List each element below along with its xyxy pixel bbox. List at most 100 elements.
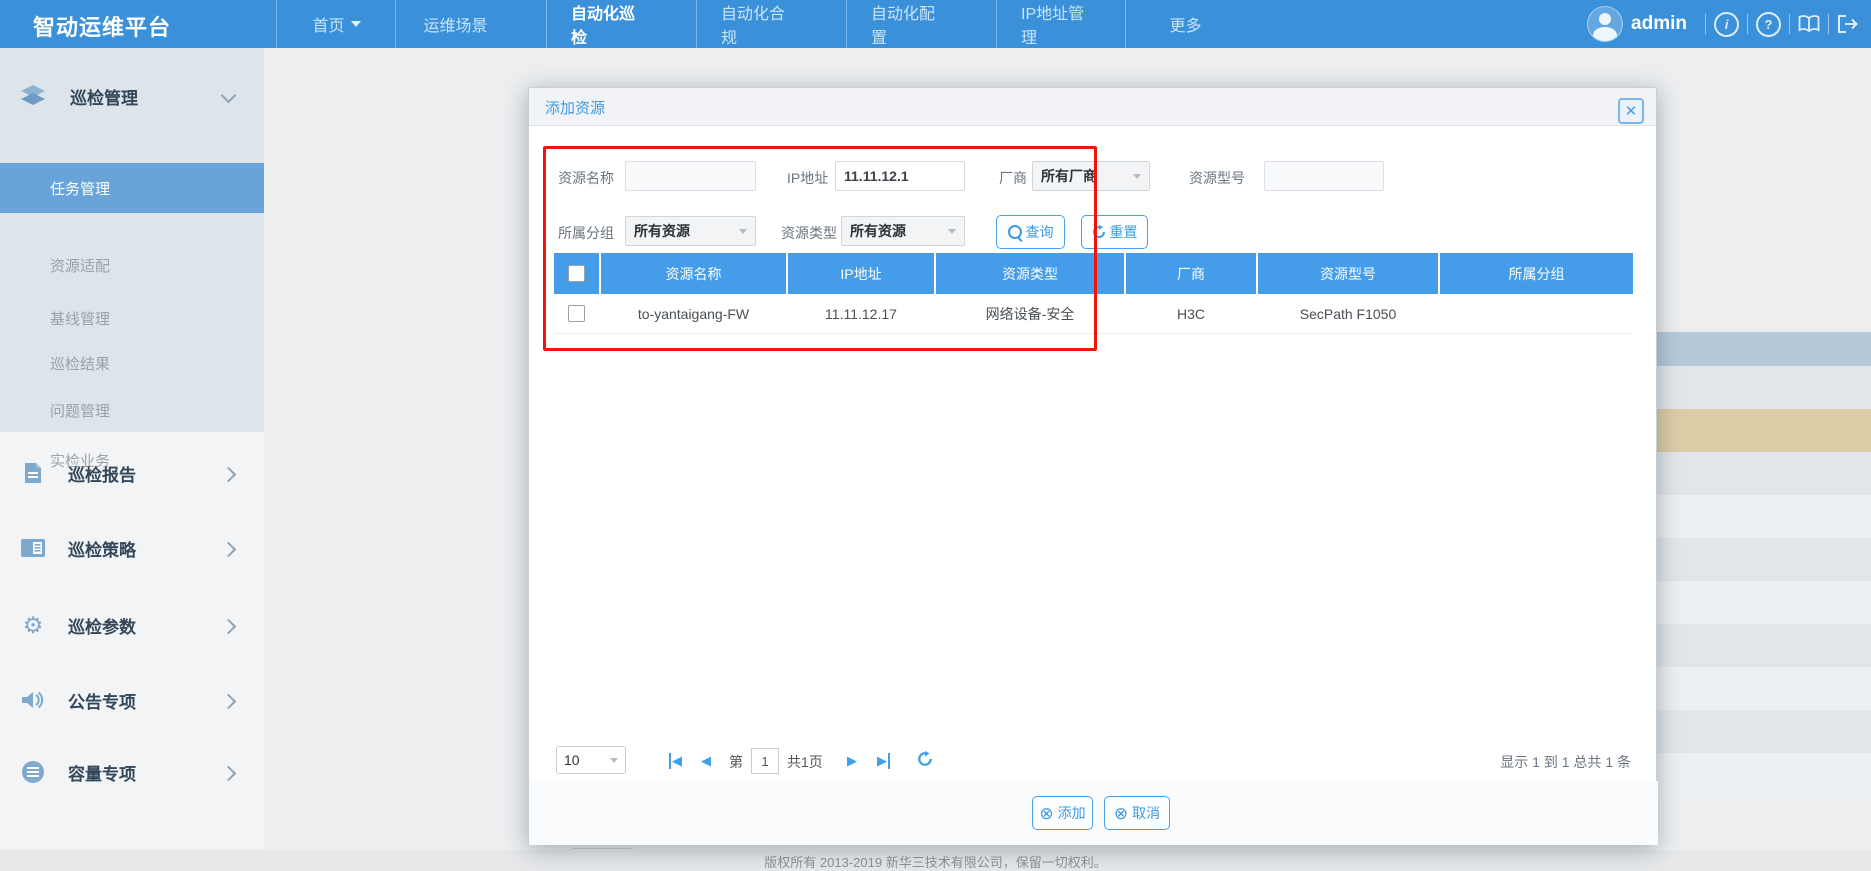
row-select-cell bbox=[554, 294, 599, 333]
group-select[interactable]: 所有资源 bbox=[625, 216, 756, 246]
circle-x-icon: ⊗ bbox=[1113, 803, 1129, 823]
chevron-right-icon bbox=[220, 618, 237, 635]
sidebar-item-基线管理[interactable]: 基线管理 bbox=[0, 293, 264, 343]
modal-col-header: 所属分组 bbox=[1440, 253, 1633, 294]
chevron-right-icon bbox=[220, 541, 237, 558]
sidebar-item-问题管理[interactable]: 问题管理 bbox=[0, 385, 264, 435]
resource-name-input[interactable] bbox=[625, 161, 756, 191]
app-brand: 智动运维平台 bbox=[33, 15, 172, 40]
nav-item-label: 自动化配置 bbox=[871, 6, 936, 47]
modal-page-size-select[interactable]: 10 bbox=[556, 746, 626, 774]
sidebar-item-label: 巡检结果 bbox=[50, 355, 111, 373]
first-page-icon[interactable]: ◀ bbox=[669, 753, 682, 769]
user-name[interactable]: admin bbox=[1631, 13, 1687, 35]
nav-item-自动化巡检[interactable]: 自动化巡检 bbox=[546, 0, 666, 48]
sidebar-item-label: 任务管理 bbox=[50, 180, 111, 198]
user-avatar-icon[interactable] bbox=[1587, 6, 1624, 42]
select-all-checkbox[interactable] bbox=[568, 265, 585, 282]
modal-cell: 网络设备-安全 bbox=[985, 305, 1075, 322]
search-icon bbox=[1007, 225, 1022, 239]
nav-item-label: 更多 bbox=[1169, 18, 1202, 35]
chevron-right-icon bbox=[220, 765, 237, 782]
divider bbox=[1705, 14, 1706, 34]
reset-button[interactable]: 重置 bbox=[1081, 215, 1148, 249]
sidebar-section-公告专项[interactable]: 公告专项 bbox=[0, 668, 264, 732]
nav-item-label: 首页 bbox=[312, 18, 345, 35]
sidebar: 巡检管理 任务管理 资源适配 基线管理 巡检结果 问题管理 实检业务 巡检报告 巡检策略 ⚙ 巡… bbox=[0, 48, 264, 850]
select-all-cell bbox=[554, 253, 599, 294]
sidebar-item-巡检结果[interactable]: 巡检结果 bbox=[0, 338, 264, 388]
sidebar-section-label: 巡检参数 bbox=[68, 617, 136, 637]
sidebar-section-巡检策略[interactable]: 巡检策略 bbox=[0, 516, 264, 580]
nav-item-IP地址管理[interactable]: IP地址管理 bbox=[996, 0, 1116, 48]
type-select[interactable]: 所有资源 bbox=[841, 216, 965, 246]
chevron-down-icon bbox=[1133, 173, 1141, 179]
vendor-label: 厂商 bbox=[999, 170, 1027, 186]
nav-item-自动化合规[interactable]: 自动化合规 bbox=[696, 0, 816, 48]
modal-pagination: 10 ◀ ◀ 第 1 共1页 ▶ ▶ 显示 1 到 1 总共 1 条 bbox=[529, 739, 1658, 782]
info-icon[interactable]: i bbox=[1714, 11, 1739, 37]
modal-cell: to-yantaigang-FW bbox=[637, 305, 750, 322]
help-icon[interactable]: ? bbox=[1756, 11, 1781, 37]
nav-item-label: 运维场景 bbox=[423, 18, 488, 35]
sidebar-section-容量专项[interactable]: 容量专项 bbox=[0, 740, 264, 804]
search-button[interactable]: 查询 bbox=[996, 215, 1065, 249]
row-checkbox[interactable] bbox=[568, 305, 585, 322]
modal-page-input[interactable]: 1 bbox=[751, 748, 779, 774]
nav-item-更多[interactable]: 更多 bbox=[1125, 0, 1245, 48]
announce-icon bbox=[20, 687, 46, 713]
modal-title: 添加资源 bbox=[545, 100, 606, 117]
modal-cell: 11.11.12.17 bbox=[825, 305, 897, 322]
last-page-icon[interactable]: ▶ bbox=[877, 753, 890, 769]
chevron-right-icon bbox=[220, 466, 237, 483]
sidebar-section-label: 巡检策略 bbox=[68, 540, 136, 560]
nav-item-label: 自动化巡检 bbox=[571, 6, 636, 47]
circle-x-icon: ⊗ bbox=[1039, 803, 1054, 823]
chevron-down-icon bbox=[220, 87, 237, 104]
caret-down-icon bbox=[350, 21, 361, 27]
capacity-icon bbox=[20, 759, 46, 785]
page-prefix: 第 bbox=[729, 754, 743, 770]
type-label: 资源类型 bbox=[781, 225, 837, 241]
nav-item-自动化配置[interactable]: 自动化配置 bbox=[846, 0, 966, 48]
next-page-icon[interactable]: ▶ bbox=[847, 753, 857, 769]
sidebar-group-label: 巡检管理 bbox=[70, 88, 138, 108]
total-pages: 共1页 bbox=[787, 754, 823, 770]
gear-icon: ⚙ bbox=[22, 611, 44, 638]
cancel-button[interactable]: ⊗ 取消 bbox=[1104, 796, 1170, 830]
divider bbox=[1789, 14, 1790, 34]
sidebar-section-label: 公告专项 bbox=[68, 692, 136, 712]
prev-page-icon[interactable]: ◀ bbox=[701, 753, 711, 769]
model-input[interactable] bbox=[1264, 161, 1384, 191]
copyright-text: 版权所有 2013-2019 新华三技术有限公司，保留一切权利。 bbox=[764, 855, 1107, 870]
close-icon[interactable]: ✕ bbox=[1618, 98, 1644, 124]
sidebar-item-label: 资源适配 bbox=[50, 257, 111, 275]
add-button[interactable]: ⊗ 添加 bbox=[1032, 796, 1093, 830]
add-resource-modal: 添加资源 ✕ 资源名称 IP地址 厂商 所有厂商 资源型号 所属分组 所有资源 … bbox=[528, 87, 1658, 845]
modal-col-header: 资源类型 bbox=[936, 253, 1124, 294]
reset-icon bbox=[1092, 225, 1106, 239]
sidebar-item-资源适配[interactable]: 资源适配 bbox=[0, 240, 264, 290]
chevron-right-icon bbox=[220, 693, 237, 710]
modal-cell bbox=[1440, 294, 1633, 333]
refresh-icon[interactable] bbox=[917, 751, 933, 767]
sidebar-item-任务管理[interactable]: 任务管理 bbox=[0, 163, 264, 213]
nav-item-运维场景[interactable]: 运维场景 bbox=[395, 0, 515, 48]
vendor-select[interactable]: 所有厂商 bbox=[1032, 161, 1150, 191]
sidebar-section-巡检参数[interactable]: ⚙ 巡检参数 bbox=[0, 593, 264, 657]
nav-item-首页[interactable]: 首页 bbox=[276, 0, 396, 48]
chevron-down-icon bbox=[739, 228, 747, 234]
policy-icon bbox=[20, 535, 46, 561]
modal-cell: H3C bbox=[1176, 305, 1205, 322]
app-root: 智动运维平台 首页 运维场景 自动化巡检 自动化合规 自动化配置 IP地址管理 更多 adm… bbox=[0, 0, 1871, 871]
modal-cell: SecPath F1050 bbox=[1299, 305, 1397, 322]
manual-book-icon[interactable] bbox=[1798, 15, 1820, 33]
ip-input[interactable] bbox=[835, 161, 965, 191]
sidebar-section-label: 容量专项 bbox=[68, 764, 136, 784]
ip-label: IP地址 bbox=[787, 170, 829, 186]
logout-icon[interactable] bbox=[1837, 14, 1859, 34]
sidebar-group-inspection-mgmt[interactable]: 巡检管理 bbox=[0, 64, 264, 128]
group-label: 所属分组 bbox=[558, 225, 614, 241]
sidebar-section-巡检报告[interactable]: 巡检报告 bbox=[0, 441, 264, 505]
nav-item-label: IP地址管理 bbox=[1021, 6, 1085, 47]
